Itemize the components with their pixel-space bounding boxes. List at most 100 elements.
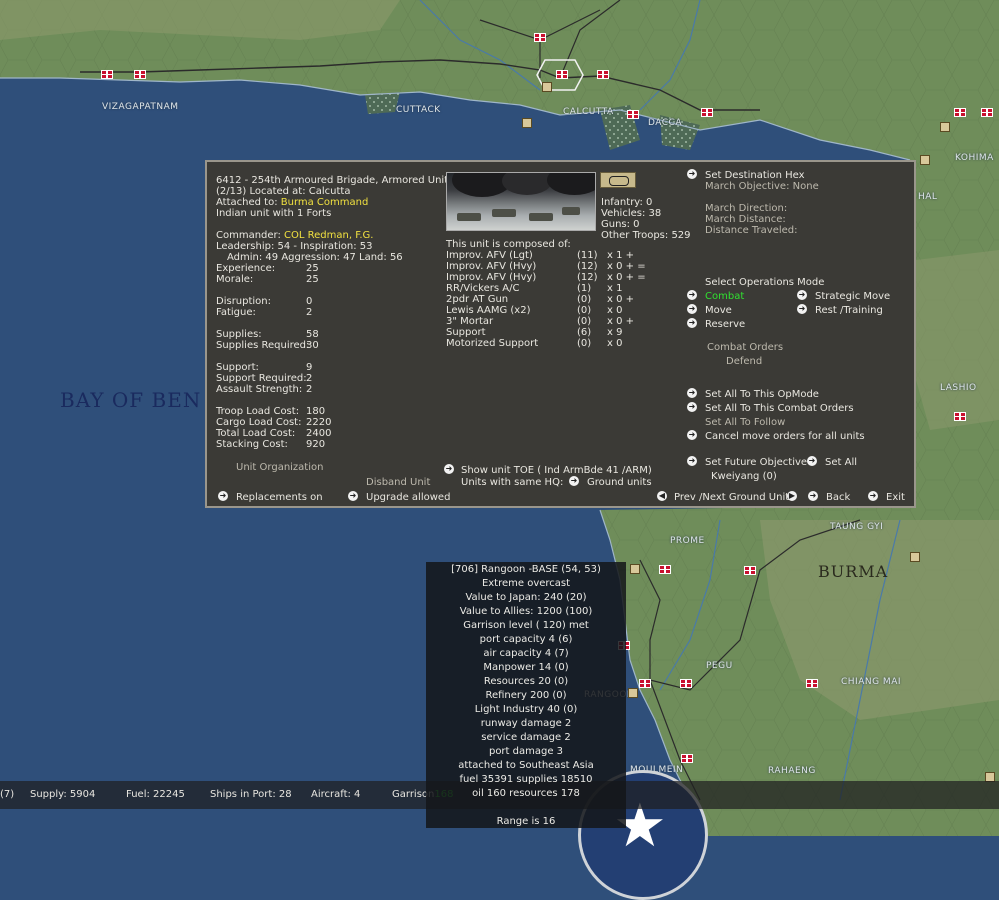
allied-base-flag[interactable] [981,108,993,117]
ground-units-arrow-icon[interactable]: ➜ [569,476,579,486]
map-label-cuttack: CUTTACK [396,105,441,115]
allied-base-flag[interactable] [134,70,146,79]
base-info-line: Value to Japan: 240 (20) [465,592,587,603]
unit-counter[interactable] [522,118,532,128]
move-arrow-icon[interactable]: ➜ [687,304,697,314]
stat-label: Experience: [216,263,276,274]
allied-base-flag[interactable] [597,70,609,79]
status-ships-in-port: Ships in Port: 28 [210,789,292,800]
ops-strategic-option[interactable]: Strategic Move [815,291,890,302]
stat-label: Assault Strength: [216,384,303,395]
ops-combat-option[interactable]: Combat [705,291,744,302]
set-all-opmode-arrow-icon[interactable]: ➜ [687,388,697,398]
unit-counter[interactable] [628,688,638,698]
unit-organization-button[interactable]: Unit Organization [236,462,323,473]
base-info-line: port capacity 4 (6) [479,634,573,645]
stat-label: Supplies Required: [216,340,310,351]
composition-mult: x 0 + = [607,272,646,283]
combat-orders-value[interactable]: Defend [726,356,762,367]
cancel-move-arrow-icon[interactable]: ➜ [687,430,697,440]
base-info-line: [706] Rangoon -BASE (54, 53) [451,564,601,575]
set-all-opmode-button[interactable]: Set All To This OpMode [705,389,819,400]
cancel-move-button[interactable]: Cancel move orders for all units [705,431,865,442]
commander-link[interactable]: COL Redman, F.G. [284,230,373,241]
combat-arrow-icon[interactable]: ➜ [687,290,697,300]
back-arrow-icon[interactable]: ➜ [808,491,818,501]
future-objective-arrow-icon[interactable]: ➜ [687,456,697,466]
prev-unit-arrow-icon[interactable]: ◀ [657,491,667,501]
upgrade-arrow-icon[interactable]: ➜ [348,491,358,501]
composition-name: Motorized Support [446,338,539,349]
ground-units-button[interactable]: Ground units [587,477,652,488]
map-label-lashio: LASHIO [940,383,977,393]
unit-counter[interactable] [542,82,552,92]
replacements-toggle[interactable]: Replacements on [236,492,323,503]
allied-base-flag[interactable] [639,679,651,688]
composition-name: RR/Vickers A/C [446,283,520,294]
same-hq-label: Units with same HQ: [461,477,564,488]
show-toe-arrow-icon[interactable]: ➜ [444,464,454,474]
status-supply: Supply: 5904 [30,789,96,800]
allied-base-flag[interactable] [701,108,713,117]
allied-base-flag[interactable] [534,33,546,42]
stat-label: Cargo Load Cost: [216,417,302,428]
stat-label: Stacking Cost: [216,439,288,450]
unit-counter[interactable] [630,564,640,574]
composition-count: (1) [577,283,592,294]
japanese-base-flag[interactable] [806,679,818,688]
next-unit-arrow-icon[interactable]: ▶ [787,491,797,501]
unit-counter[interactable] [910,552,920,562]
stat-label: Supplies: [216,329,262,340]
allied-base-flag[interactable] [101,70,113,79]
ops-move-option[interactable]: Move [705,305,732,316]
vehicles-count: Vehicles: 38 [601,208,662,219]
set-all-combat-arrow-icon[interactable]: ➜ [687,402,697,412]
leadership-line: Leadership: 54 - Inspiration: 53 [216,241,373,252]
allied-base-flag[interactable] [954,412,966,421]
base-info-line: Garrison level ( 120) met [463,620,589,631]
base-info-line: Manpower 14 (0) [483,662,569,673]
set-future-objective-button[interactable]: Set Future Objective [705,457,807,468]
back-button[interactable]: Back [826,492,850,503]
unit-counter[interactable] [940,122,950,132]
guns-count: Guns: 0 [601,219,640,230]
ops-rest-option[interactable]: Rest /Training [815,305,883,316]
unit-photo [446,172,596,231]
set-all-arrow-icon[interactable]: ➜ [807,456,817,466]
base-info-line: oil 160 resources 178 [472,788,580,799]
reserve-arrow-icon[interactable]: ➜ [687,318,697,328]
upgrade-toggle[interactable]: Upgrade allowed [366,492,450,503]
set-all-follow-button[interactable]: Set All To Follow [705,417,785,428]
base-range: Range is 16 [496,816,556,827]
disband-unit-button[interactable]: Disband Unit [366,477,430,488]
stat-value: 180 [306,406,326,417]
allied-base-flag[interactable] [744,566,756,575]
show-toe-button[interactable]: Show unit TOE ( Ind ArmBde 41 /ARM) [461,465,652,476]
prev-next-unit-button[interactable]: Prev /Next Ground Unit [674,492,789,503]
destination-arrow-icon[interactable]: ➜ [687,169,697,179]
rest-arrow-icon[interactable]: ➜ [797,304,807,314]
allied-base-flag[interactable] [627,110,639,119]
composition-count: (0) [577,294,592,305]
composition-name: 2pdr AT Gun [446,294,509,305]
set-all-combat-button[interactable]: Set All To This Combat Orders [705,403,854,414]
stat-value: 25 [306,274,319,285]
ops-reserve-option[interactable]: Reserve [705,319,745,330]
distance-traveled: Distance Traveled: [705,225,798,236]
allied-base-flag[interactable] [680,679,692,688]
set-destination-button[interactable]: Set Destination Hex [705,170,805,181]
allied-base-flag[interactable] [659,565,671,574]
composition-count: (12) [577,261,598,272]
replacements-arrow-icon[interactable]: ➜ [218,491,228,501]
exit-arrow-icon[interactable]: ➜ [868,491,878,501]
strategic-arrow-icon[interactable]: ➜ [797,290,807,300]
composition-mult: x 1 + [607,250,635,261]
attached-hq-link[interactable]: Burma Command [281,197,369,208]
unit-counter[interactable] [920,155,930,165]
exit-button[interactable]: Exit [886,492,905,503]
allied-base-flag[interactable] [556,70,568,79]
stat-value: 2 [306,307,313,318]
allied-base-flag[interactable] [954,108,966,117]
allied-base-flag[interactable] [681,754,693,763]
set-all-button[interactable]: Set All [825,457,857,468]
